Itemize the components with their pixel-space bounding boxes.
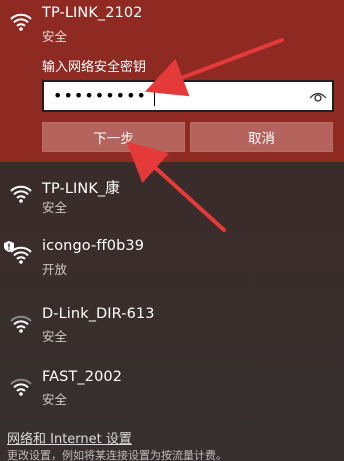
wifi-signal-icon [9, 10, 35, 32]
network-name: TP-LINK_康 [42, 181, 120, 197]
network-status: 开放 [42, 262, 68, 277]
password-value: ••••••••• [53, 86, 147, 105]
network-settings-link[interactable]: 网络和 Internet 设置 [7, 428, 132, 447]
network-name: TP-LINK_2102 [42, 5, 143, 21]
wifi-weak-icon [9, 375, 35, 397]
selected-network-panel[interactable]: TP-LINK_2102 安全 输入网络安全密钥 ••••••••• 下一步 取… [0, 0, 344, 162]
network-name: icongo-ff0b39 [42, 238, 145, 254]
next-button[interactable]: 下一步 [42, 122, 185, 152]
network-status: 安全 [42, 392, 68, 407]
password-label: 输入网络安全密钥 [42, 60, 147, 75]
network-name: FAST_2002 [42, 369, 123, 385]
reveal-password-icon[interactable] [309, 88, 327, 104]
wifi-strong-icon [9, 182, 35, 204]
network-status: 安全 [42, 29, 68, 44]
network-name: D-Link_DIR-613 [42, 306, 155, 322]
wifi-weak-icon [9, 312, 35, 334]
password-input[interactable]: ••••••••• [42, 80, 334, 112]
footer-note: 更改设置，例如将某连接设置为按流量计费。 [7, 449, 227, 461]
network-status: 安全 [42, 200, 68, 215]
cancel-button[interactable]: 取消 [190, 122, 333, 152]
wifi-flyout: TP-LINK_2102 安全 输入网络安全密钥 ••••••••• 下一步 取… [0, 0, 344, 461]
network-status: 安全 [42, 329, 68, 344]
text-caret [154, 86, 155, 106]
wifi-open-icon [9, 243, 35, 265]
arrow-to-next [126, 141, 226, 232]
